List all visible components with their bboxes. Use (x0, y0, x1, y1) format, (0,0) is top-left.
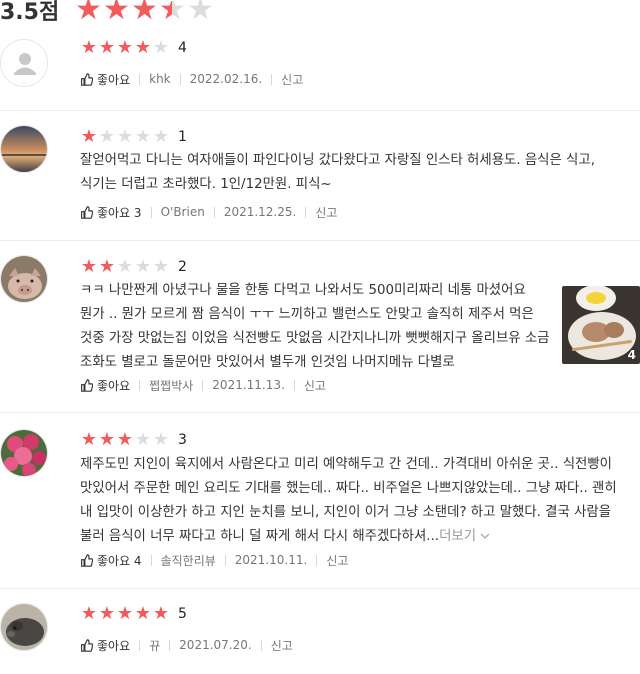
like-label: 좋아요 (97, 638, 131, 653)
user-avatar[interactable] (0, 255, 48, 303)
rating-stars: ★ ★ ★ ★ ★ 3 (80, 429, 187, 450)
thumbs-up-icon (81, 553, 93, 567)
review-meta: 좋아요 khk 2022.02.16. 신고 (80, 70, 303, 88)
review-text: 제주도민 지인이 육지에서 사람온다고 미리 예약해두고 간 건데.. 가격대비… (80, 453, 626, 549)
review-item: ★ ★ ★ ★ ★ 1 잘얻어먹고 다니는 여자애들이 파인다이닝 갔다왔다고 자랑질 … (0, 110, 640, 240)
review-text-body: 제주도민 지인이 육지에서 사람온다고 미리 예약해두고 간 건데.. 가격대비… (80, 457, 617, 544)
like-button[interactable]: 좋아요 (80, 637, 130, 654)
review-author[interactable]: 뀨 (149, 637, 160, 654)
user-avatar[interactable] (0, 429, 48, 477)
like-button[interactable]: 좋아요 (80, 377, 130, 394)
like-button[interactable]: 좋아요 4 (80, 552, 142, 569)
rating-stars: ★ ★ ★ ★ ★ 4 (80, 37, 187, 58)
report-link[interactable]: 신고 (315, 204, 337, 221)
average-stars: ★★★★★ (75, 0, 214, 22)
chevron-down-icon (480, 533, 490, 539)
rating-score: 5 (178, 606, 187, 622)
review-date: 2021.12.25. (223, 205, 297, 219)
read-more-link[interactable]: 더보기 (439, 529, 490, 544)
like-label: 좋아요 3 (97, 205, 142, 220)
thumbs-up-icon (81, 378, 93, 392)
review-date: 2021.07.20. (179, 638, 252, 652)
photo-count: 4 (627, 348, 636, 362)
review-meta: 좋아요 4 솔직한리뷰 2021.10.11. 신고 (80, 551, 348, 569)
review-item: ★ ★ ★ ★ ★ 5 좋아요 뀨 2021.07.20. 신고 (0, 588, 640, 674)
review-author[interactable]: khk (149, 72, 171, 86)
like-button[interactable]: 좋아요 (80, 71, 130, 88)
thumbs-up-icon (81, 205, 93, 219)
rating-score: 1 (178, 129, 187, 145)
rating-stars: ★ ★ ★ ★ ★ 2 (80, 256, 187, 277)
rating-score: 2 (178, 259, 187, 275)
rating-stars: ★ ★ ★ ★ ★ 5 (80, 603, 187, 624)
review-author[interactable]: 쩝쩝박사 (149, 377, 193, 394)
rating-summary-header: 3.5점 ★★★★★ (0, 0, 640, 22)
review-meta: 좋아요 뀨 2021.07.20. 신고 (80, 636, 293, 654)
report-link[interactable]: 신고 (281, 71, 303, 88)
thumbs-up-icon (81, 638, 93, 652)
user-avatar[interactable] (0, 125, 48, 173)
review-text: 잘얻어먹고 다니는 여자애들이 파인다이닝 갔다왔다고 자랑질 인스타 허세용도… (80, 153, 595, 192)
like-label: 좋아요 (97, 72, 131, 87)
review-text: ㅋㅋ 나만짠게 아녔구나 물을 한통 다먹고 나와서도 500미리짜리 네통 마… (80, 283, 550, 370)
like-label: 좋아요 (97, 378, 131, 393)
read-more-label: 더보기 (439, 529, 477, 544)
report-link[interactable]: 신고 (304, 377, 326, 394)
average-score: 3.5점 (0, 0, 60, 22)
rating-score: 3 (178, 432, 187, 448)
review-item: ★ ★ ★ ★ ★ 2 ㅋㅋ 나만짠게 아녔구나 물을 한통 다먹고 나와서도 500미… (0, 240, 640, 412)
review-date: 2021.11.13. (212, 378, 285, 392)
like-button[interactable]: 좋아요 3 (80, 204, 142, 221)
review-date: 2022.02.16. (189, 72, 263, 86)
rating-score: 4 (178, 40, 187, 56)
rating-stars: ★ ★ ★ ★ ★ 1 (80, 126, 187, 147)
like-label: 좋아요 4 (97, 553, 142, 568)
review-photo[interactable]: 4 (562, 286, 640, 364)
review-date: 2021.10.11. (234, 553, 308, 567)
thumbs-up-icon (81, 72, 93, 86)
user-avatar[interactable] (0, 603, 48, 651)
review-item: ★ ★ ★ ★ ★ 4 좋아요 khk 2022.02.16. 신고 (0, 22, 640, 110)
review-author[interactable]: 솔직한리뷰 (161, 552, 216, 569)
review-item: ★ ★ ★ ★ ★ 3 제주도민 지인이 육지에서 사람온다고 미리 예약해두고 간 건… (0, 412, 640, 588)
review-meta: 좋아요 3 O'Brien 2021.12.25. 신고 (80, 203, 337, 221)
review-meta: 좋아요 쩝쩝박사 2021.11.13. 신고 (80, 376, 326, 394)
default-avatar-icon[interactable] (0, 39, 48, 87)
review-author[interactable]: O'Brien (161, 205, 205, 219)
report-link[interactable]: 신고 (271, 637, 293, 654)
report-link[interactable]: 신고 (326, 552, 348, 569)
